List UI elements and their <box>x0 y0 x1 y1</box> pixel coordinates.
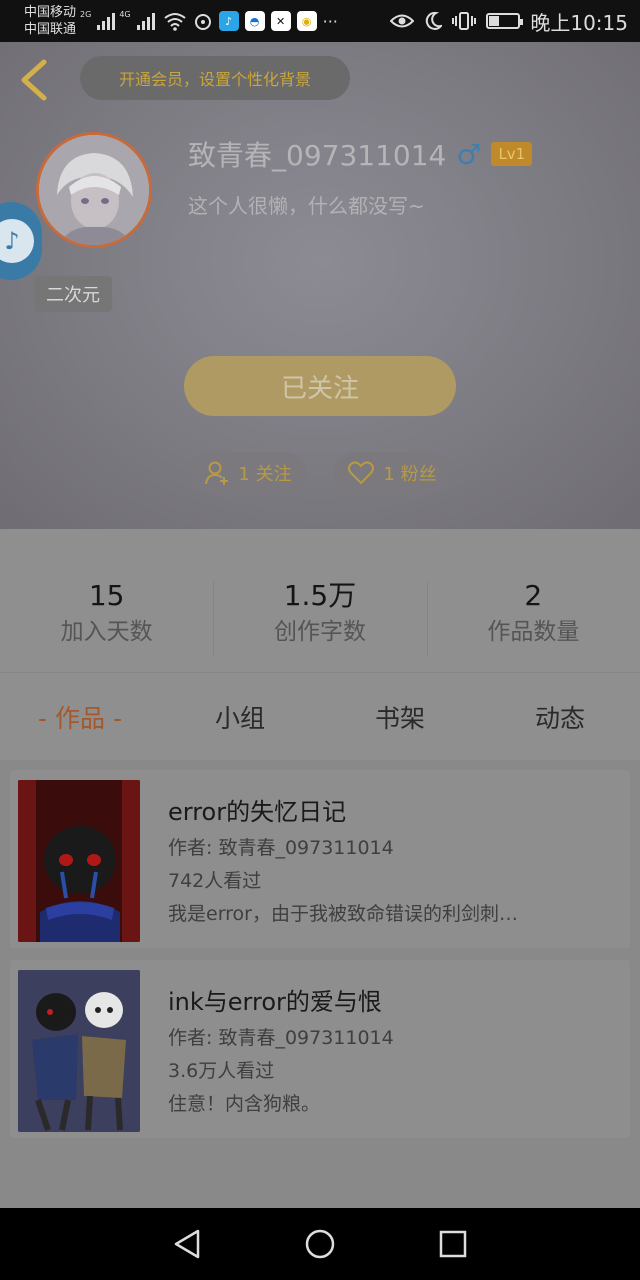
username-row: 致青春_097311014 ♂ Lv1 <box>188 134 533 174</box>
stat-label: 加入天数 <box>60 618 153 645</box>
clock-time: 晚上10:15 <box>530 10 628 35</box>
chat-app-icon: ◉ <box>296 11 317 31</box>
stat-label: 创作字数 <box>273 618 366 645</box>
vibrate-icon <box>452 12 477 30</box>
signal-icon-1 <box>97 12 116 30</box>
work-description: 我是error，由于我被致命错误的利剑刺… <box>168 903 518 925</box>
work-author: 作者: 致青春_097311014 <box>168 837 394 859</box>
stat-word-count: 1.5万 创作字数 <box>213 529 426 672</box>
network-type-2: 4G <box>119 10 131 19</box>
username: 致青春_097311014 <box>188 139 447 172</box>
following-count-button[interactable]: 1 关注 <box>190 452 306 494</box>
nav-back-button[interactable] <box>167 1224 207 1264</box>
work-title: ink与error的爱与恨 <box>168 988 382 1016</box>
followed-button[interactable]: 已关注 <box>184 356 456 416</box>
avatar-image <box>39 135 149 245</box>
stats-row: 15 加入天数 1.5万 创作字数 2 作品数量 <box>0 529 640 673</box>
wifi-icon <box>163 13 186 31</box>
stat-value: 1.5万 <box>283 578 357 612</box>
nav-recents-button[interactable] <box>433 1224 473 1264</box>
list-item[interactable]: ink与error的爱与恨 作者: 致青春_097311014 3.6万人看过 … <box>10 960 630 1138</box>
carrier-names: 中国移动 中国联通 <box>24 4 76 38</box>
carrier-1: 中国移动 <box>24 5 77 20</box>
signal-icon-2 <box>136 12 155 30</box>
fans-count: 1 粉丝 <box>383 464 437 485</box>
carrier-2: 中国联通 <box>24 22 77 37</box>
tab-activity[interactable]: 动态 <box>480 699 640 735</box>
list-item[interactable]: error的失忆日记 作者: 致青春_097311014 742人看过 我是er… <box>10 770 630 948</box>
work-views: 3.6万人看过 <box>168 1060 275 1082</box>
tab-works[interactable]: - 作品 - <box>0 699 160 735</box>
work-views: 742人看过 <box>168 870 262 892</box>
user-add-icon <box>205 461 229 485</box>
moon-icon <box>426 11 443 30</box>
stat-value: 15 <box>88 578 125 612</box>
capcut-app-icon: ✕ <box>270 11 291 31</box>
user-bio: 这个人很懒，什么都没写~ <box>188 194 425 218</box>
work-description: 住意！内含狗粮。 <box>168 1093 321 1115</box>
profile-header: 开通会员，设置个性化背景 ♪ 二次元 致青春_097311014 ♂ Lv1 这… <box>0 42 640 529</box>
works-list: error的失忆日记 作者: 致青春_097311014 742人看过 我是er… <box>0 760 640 1208</box>
triangle-back-icon <box>174 1229 199 1259</box>
eye-icon <box>390 14 415 28</box>
system-nav-bar <box>0 1208 640 1280</box>
back-button[interactable] <box>16 58 50 102</box>
work-author: 作者: 致青春_097311014 <box>168 1027 394 1049</box>
stat-days-joined: 15 加入天数 <box>0 529 213 672</box>
male-gender-icon: ♂ <box>456 137 482 171</box>
chevron-left-icon <box>21 59 47 101</box>
level-badge: Lv1 <box>491 142 533 166</box>
more-notifications-icon: ··· <box>322 11 338 31</box>
tab-bookshelf[interactable]: 书架 <box>320 699 480 735</box>
music-note-icon: ♪ <box>0 219 34 263</box>
circle-home-icon <box>305 1229 335 1259</box>
tab-groups[interactable]: 小组 <box>160 699 320 735</box>
work-title: error的失忆日记 <box>168 798 347 826</box>
work-cover <box>18 780 140 942</box>
network-type-1: 2G <box>80 10 92 19</box>
following-count: 1 关注 <box>238 464 292 485</box>
battery-icon <box>486 13 524 29</box>
stat-value: 2 <box>524 578 543 612</box>
nav-home-button[interactable] <box>300 1224 340 1264</box>
music-app-icon: ♪ <box>218 11 239 31</box>
interest-tag[interactable]: 二次元 <box>34 276 112 312</box>
fans-count-button[interactable]: 1 粉丝 <box>334 452 450 494</box>
vip-background-prompt[interactable]: 开通会员，设置个性化背景 <box>80 56 350 100</box>
stat-label: 作品数量 <box>487 618 580 645</box>
heart-icon <box>348 461 375 485</box>
browser-app-icon: ◓ <box>244 11 265 31</box>
work-cover <box>18 970 140 1132</box>
music-floating-button[interactable]: ♪ <box>0 202 42 280</box>
status-bar: 中国移动 中国联通 2G 4G ♪ ◓ ✕ ◉ ··· 晚上10:15 <box>0 0 640 42</box>
avatar[interactable] <box>36 132 152 248</box>
profile-tabs: - 作品 - 小组 书架 动态 <box>0 674 640 760</box>
square-recents-icon <box>440 1230 467 1258</box>
stat-works-count: 2 作品数量 <box>426 529 640 672</box>
weibo-icon <box>194 14 211 30</box>
